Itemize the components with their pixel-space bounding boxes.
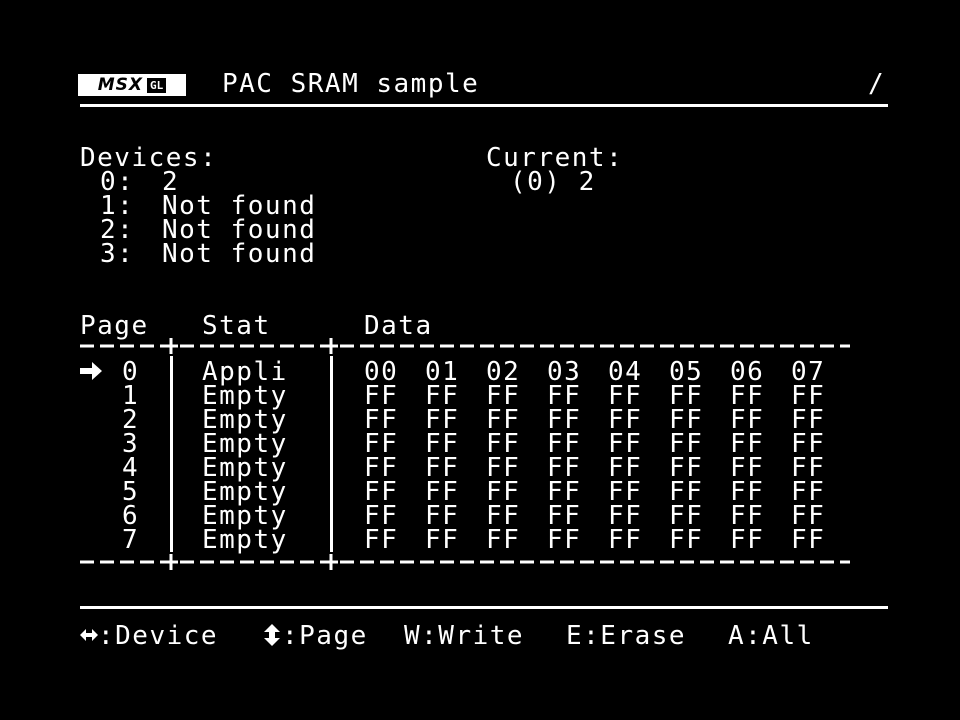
table-cell-data: FF	[425, 525, 460, 555]
page-title: PAC SRAM sample	[222, 69, 480, 99]
footer-page-hint: :Page	[282, 621, 368, 651]
column-divider-2	[330, 356, 333, 552]
column-header-stat: Stat	[202, 311, 271, 341]
column-header-data: Data	[364, 311, 433, 341]
footer-all-hint: A:All	[728, 621, 814, 651]
left-right-arrow-icon	[80, 629, 98, 641]
footer-write-hint: W:Write	[404, 621, 525, 651]
table-header-separator	[80, 338, 850, 354]
spinner-cursor: /	[868, 69, 886, 99]
up-down-arrow-icon	[264, 624, 280, 646]
table-cell-data: FF	[547, 525, 582, 555]
device-index: 3:	[100, 239, 135, 269]
msx-screen: MSX GL PAC SRAM sample / Devices: 0: 2 1: N…	[0, 0, 960, 720]
table-cell-data: FF	[730, 525, 765, 555]
table-cell-data: FF	[608, 525, 643, 555]
table-row-page: 7	[122, 525, 140, 555]
column-header-page: Page	[80, 311, 149, 341]
logo-badge: GL	[147, 77, 167, 93]
table-cell-data: FF	[791, 525, 826, 555]
current-value: (0) 2	[510, 167, 596, 197]
logo-text: MSX	[97, 75, 144, 95]
device-value: Not found	[162, 239, 317, 269]
table-row-stat: Empty	[202, 525, 288, 555]
footer-divider	[80, 606, 888, 609]
right-arrow-icon	[80, 362, 102, 380]
table-cell-data: FF	[486, 525, 521, 555]
footer-device-hint: :Device	[98, 621, 219, 651]
column-divider-1	[170, 356, 173, 552]
table-cell-data: FF	[669, 525, 704, 555]
table-footer-separator	[80, 554, 850, 570]
table-cell-data: FF	[364, 525, 399, 555]
header-divider	[80, 104, 888, 107]
msx-gl-logo: MSX GL	[78, 74, 186, 96]
footer-erase-hint: E:Erase	[566, 621, 687, 651]
